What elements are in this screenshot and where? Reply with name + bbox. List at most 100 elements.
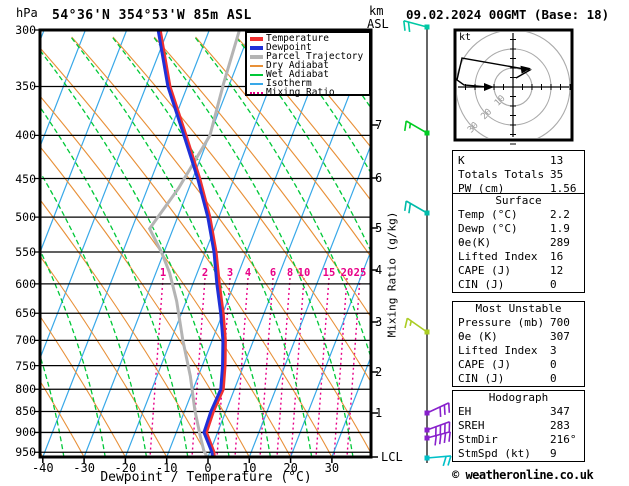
wind-barb-feather bbox=[448, 431, 451, 442]
copyright-text: © weatheronline.co.uk bbox=[452, 468, 594, 482]
wind-barb-feather bbox=[438, 434, 442, 445]
mixing-ratio-value-label: 15 bbox=[323, 267, 336, 279]
indices-box: K 13 Totals Totals 35 PW (cm) 1.56 bbox=[452, 150, 585, 199]
table-row-value: 0 bbox=[550, 358, 557, 371]
table-row-value: 289 bbox=[550, 236, 570, 249]
table-title: Hodograph bbox=[488, 391, 549, 404]
wind-barb-staff bbox=[426, 421, 450, 431]
table-row-value: 347 bbox=[550, 405, 570, 418]
legend-label: Mixing Ratio bbox=[266, 87, 335, 98]
wind-barb bbox=[424, 455, 452, 467]
table-row-value: 13 bbox=[550, 154, 564, 167]
table-row-value: 9 bbox=[550, 447, 557, 460]
skewt-sounding-page: 1 2 3 4 6 8 10 15 20 25 10 20 30 hPa 54°36'N 354°53'… bbox=[0, 0, 629, 486]
indices-box-surface: Surface Temp (°C) 2.2 Dewp (°C) 1.9 θe(K) 289 L… bbox=[452, 193, 585, 293]
table-row: SREH 283 bbox=[453, 419, 584, 433]
table-row: Pressure (mb) 700 bbox=[453, 316, 584, 330]
table-row-label: θe(K) bbox=[458, 236, 492, 249]
mixing-ratio-value-label: 2 bbox=[202, 267, 208, 279]
table-row: CIN (J) 0 bbox=[453, 372, 584, 386]
table-row-label: θe (K) bbox=[458, 330, 498, 343]
wind-barb-feather bbox=[403, 20, 406, 31]
legend-swatch-wet-adiabat bbox=[250, 73, 263, 76]
indices-box-hodograph: Hodograph EH 347 SREH 283 StmDir 216° StmSpd (k… bbox=[452, 390, 585, 462]
wind-barb-feather bbox=[408, 203, 412, 214]
legend-swatch-dewpoint bbox=[250, 45, 263, 50]
table-row: Dewp (°C) 1.9 bbox=[453, 222, 584, 236]
table-row-label: Lifted Index bbox=[458, 344, 538, 357]
table-row: CAPE (J) 12 bbox=[453, 264, 584, 278]
table-row-label: StmSpd (kt) bbox=[458, 447, 531, 460]
wind-barb bbox=[404, 317, 430, 335]
table-row-label: CAPE (J) bbox=[458, 264, 511, 277]
table-row: θe (K) 307 bbox=[453, 330, 584, 344]
pressure-tick-label: 350 bbox=[15, 79, 36, 94]
km-tick-label: 4 bbox=[375, 263, 383, 277]
mixing-ratio-value-label: 4 bbox=[245, 267, 251, 279]
mixing-ratio-line bbox=[290, 277, 305, 456]
table-row-value: 2.2 bbox=[550, 208, 570, 221]
table-row: θe(K) 289 bbox=[453, 236, 584, 250]
hodograph: 102030 bbox=[453, 28, 574, 145]
wind-barb bbox=[403, 200, 430, 216]
table-row-value: 35 bbox=[550, 168, 564, 181]
table-row: CAPE (J) 0 bbox=[453, 358, 584, 372]
dry-adiabat-line bbox=[153, 36, 370, 317]
dewpoint-curve bbox=[156, 31, 225, 456]
table-row-value: 12 bbox=[550, 264, 564, 277]
pressure-tick-label: 500 bbox=[15, 210, 36, 225]
x-axis-title: Dewpoint / Temperature (°C) bbox=[100, 470, 312, 485]
hodograph-arrowhead bbox=[484, 83, 494, 91]
table-row-value: 216° bbox=[550, 433, 577, 446]
table-row: K 13 bbox=[453, 154, 584, 168]
isotherm-line bbox=[42, 31, 210, 456]
legend-swatch-parcel-trajectory bbox=[250, 54, 263, 59]
legend-item: Mixing Ratio bbox=[247, 88, 369, 97]
mixing-ratio-value-label: 1 bbox=[160, 267, 166, 279]
table-row-label: EH bbox=[458, 405, 472, 418]
pressure-tick-label: 900 bbox=[15, 425, 36, 440]
wind-barb-staff bbox=[426, 455, 451, 459]
hodograph-unit-label: kt bbox=[459, 32, 472, 43]
legend-swatch-temperature bbox=[250, 36, 263, 41]
legend-box: Temperature Dewpoint Parcel Trajectory Dry … bbox=[245, 31, 371, 97]
table-row-value: 700 bbox=[550, 316, 570, 329]
hodograph-trace bbox=[456, 57, 533, 88]
table-row-value: 0 bbox=[550, 278, 557, 291]
wind-barb bbox=[424, 402, 451, 417]
valid-datetime: 09.02.2024 00GMT (Base: 18) bbox=[406, 7, 610, 22]
pressure-tick-label: 300 bbox=[15, 23, 36, 37]
pressure-tick-label: 450 bbox=[15, 171, 36, 186]
km-axis-unit-label: km bbox=[369, 4, 384, 18]
mixing-ratio-line bbox=[315, 277, 330, 456]
wind-barb-feather bbox=[404, 318, 409, 329]
pressure-tick-label: 700 bbox=[15, 333, 36, 348]
table-row-label: CIN (J) bbox=[458, 278, 505, 291]
pressure-tick-label: 850 bbox=[15, 404, 36, 419]
wind-barb-feather bbox=[408, 123, 412, 129]
mixing-ratio-value-label: 3 bbox=[227, 267, 233, 279]
table-row-value: 307 bbox=[550, 330, 570, 343]
wind-barb-feather bbox=[407, 21, 411, 33]
table-row-value: 3 bbox=[550, 344, 557, 357]
pressure-unit-label: hPa bbox=[16, 6, 38, 20]
mixing-ratio-value-label: 8 bbox=[287, 267, 293, 279]
mixing-ratio-line bbox=[259, 277, 274, 456]
asl-axis-unit-label: ASL bbox=[367, 17, 389, 31]
wind-barb-feather bbox=[442, 456, 447, 467]
wind-barb-feather bbox=[447, 402, 451, 413]
table-row: Lifted Index 16 bbox=[453, 250, 584, 264]
mixing-ratio-line bbox=[234, 277, 249, 456]
hodograph-ring-label: 10 bbox=[493, 94, 508, 109]
table-title: Most Unstable bbox=[475, 302, 562, 315]
table-row-label: Dewp (°C) bbox=[458, 222, 518, 235]
table-row: Temp (°C) 2.2 bbox=[453, 208, 584, 222]
pressure-tick-label: 750 bbox=[15, 358, 36, 373]
table-row-label: CIN (J) bbox=[458, 372, 505, 385]
table-row-value: 283 bbox=[550, 419, 570, 432]
mixing-ratio-axis-title: Mixing Ratio (g/kg) bbox=[385, 211, 399, 338]
wind-barb bbox=[424, 431, 451, 446]
legend-swatch-isotherm bbox=[250, 82, 263, 85]
wind-barb bbox=[403, 20, 430, 33]
table-row: StmSpd (kt) 9 bbox=[453, 447, 584, 461]
